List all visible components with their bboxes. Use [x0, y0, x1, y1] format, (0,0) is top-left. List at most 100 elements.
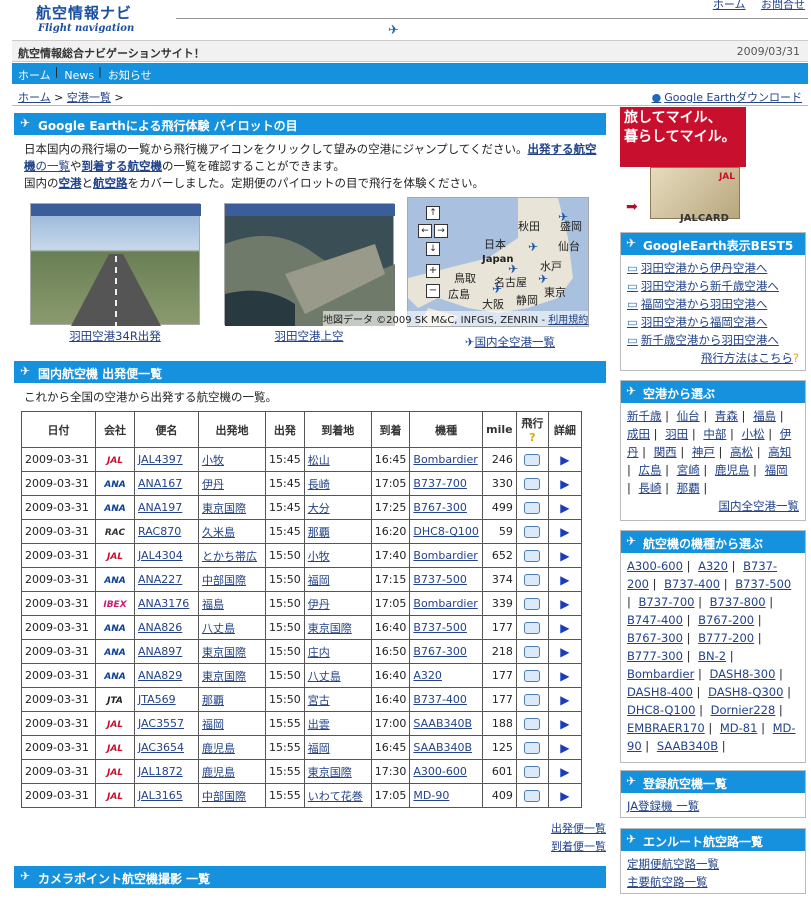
breadcrumb-home[interactable]: ホーム	[18, 91, 51, 104]
cell-flight[interactable]: ANA167	[138, 477, 182, 490]
cell-destination[interactable]: 出雲	[308, 718, 330, 731]
cell-origin[interactable]: 東京国際	[202, 502, 246, 515]
detail-arrow-icon[interactable]: ▶	[560, 693, 569, 707]
detail-arrow-icon[interactable]: ▶	[560, 789, 569, 803]
aircraft-type-link[interactable]: A300-600	[627, 559, 683, 573]
airport-link[interactable]: 長崎	[639, 481, 662, 495]
cell-aircraft[interactable]: A320	[413, 669, 442, 682]
cell-origin[interactable]: 那覇	[202, 694, 224, 707]
cell-destination[interactable]: 宮古	[308, 694, 330, 707]
cell-destination[interactable]: 大分	[308, 502, 330, 515]
airport-link[interactable]: 福岡	[765, 463, 788, 477]
aircraft-type-link[interactable]: DASH8-400	[627, 685, 693, 699]
aircraft-type-link[interactable]: Bombardier	[627, 667, 694, 681]
airport-link[interactable]: 小松	[742, 427, 765, 441]
cell-flight[interactable]: JAC3654	[138, 741, 184, 754]
fly-google-earth-icon[interactable]	[524, 694, 541, 706]
cell-origin[interactable]: 鹿児島	[202, 742, 235, 755]
cell-destination[interactable]: 福岡	[308, 742, 330, 755]
cell-origin[interactable]: 東京国際	[202, 670, 246, 683]
map-zoom-in[interactable]: +	[426, 264, 440, 278]
aircraft-type-link[interactable]: B737-500	[735, 577, 791, 591]
cell-flight[interactable]: RAC870	[138, 525, 181, 538]
fly-google-earth-icon[interactable]	[524, 622, 541, 634]
fly-google-earth-icon[interactable]	[524, 766, 541, 778]
cell-origin[interactable]: 中部国際	[202, 574, 246, 587]
airport-link[interactable]: 神戸	[692, 445, 715, 459]
breadcrumb-airports[interactable]: 空港一覧	[67, 91, 111, 104]
airport-link[interactable]: 宮崎	[677, 463, 700, 477]
detail-arrow-icon[interactable]: ▶	[560, 645, 569, 659]
airport-link[interactable]: 関西	[654, 445, 677, 459]
cell-destination[interactable]: 松山	[308, 454, 330, 467]
cell-aircraft[interactable]: B737-500	[413, 573, 467, 586]
cell-destination[interactable]: いわて花巻	[308, 790, 363, 803]
aircraft-type-link[interactable]: B737-800	[710, 595, 766, 609]
map-pan-up[interactable]: ↑	[426, 206, 440, 220]
airport-link[interactable]: 高松	[730, 445, 753, 459]
fly-google-earth-icon[interactable]	[524, 670, 541, 682]
cell-flight[interactable]: ANA197	[138, 501, 182, 514]
detail-arrow-icon[interactable]: ▶	[560, 501, 569, 515]
map-airport-icon[interactable]: ✈	[558, 210, 568, 224]
cell-origin[interactable]: 久米島	[202, 526, 235, 539]
cell-flight[interactable]: JAL1872	[138, 765, 183, 778]
fly-google-earth-icon[interactable]	[524, 502, 541, 514]
cell-flight[interactable]: JAL4397	[138, 453, 183, 466]
cell-origin[interactable]: 鹿児島	[202, 766, 235, 779]
aircraft-type-link[interactable]: SAAB340B	[657, 739, 718, 753]
aircraft-type-link[interactable]: DASH8-Q300	[708, 685, 783, 699]
cell-destination[interactable]: 東京国際	[308, 766, 352, 779]
best5-item[interactable]: 羽田空港から福岡空港へ	[627, 313, 795, 331]
top-link-home[interactable]: ホーム	[713, 0, 746, 11]
arrivals-link[interactable]: 到着する航空機	[82, 159, 163, 173]
caption-haneda-34r[interactable]: 羽田空港34R出発	[30, 328, 200, 344]
map-airport-icon[interactable]: ✈	[508, 262, 518, 276]
aircraft-type-link[interactable]: DASH8-300	[710, 667, 776, 681]
scheduled-airways-link[interactable]: 定期便航空路一覧	[627, 855, 799, 873]
departures-list-link[interactable]: 出発便一覧	[540, 820, 606, 838]
cell-origin[interactable]: 福島	[202, 598, 224, 611]
nav-home[interactable]: ホーム	[18, 69, 51, 82]
airport-link[interactable]: 広島	[639, 463, 662, 477]
cell-aircraft[interactable]: SAAB340B	[413, 717, 472, 730]
cell-flight[interactable]: ANA826	[138, 621, 182, 634]
aircraft-type-link[interactable]: Dornier228	[711, 703, 776, 717]
airways-link[interactable]: 航空路	[93, 176, 128, 190]
cell-aircraft[interactable]: DHC8-Q100	[413, 525, 478, 538]
cell-origin[interactable]: とかち帯広	[202, 550, 257, 563]
cell-origin[interactable]: 伊丹	[202, 478, 224, 491]
airport-link[interactable]: 高知	[768, 445, 791, 459]
cell-origin[interactable]: 中部国際	[202, 790, 246, 803]
cell-flight[interactable]: JAC3557	[138, 717, 184, 730]
airport-link[interactable]: 鹿児島	[715, 463, 750, 477]
cell-aircraft[interactable]: B737-700	[413, 477, 467, 490]
detail-arrow-icon[interactable]: ▶	[560, 765, 569, 779]
cell-flight[interactable]: ANA829	[138, 669, 182, 682]
cell-flight[interactable]: JAL3165	[138, 789, 183, 802]
fly-google-earth-icon[interactable]	[524, 478, 541, 490]
airport-link[interactable]: 中部	[703, 427, 726, 441]
help-icon[interactable]: ?	[529, 431, 535, 444]
fly-google-earth-icon[interactable]	[524, 598, 541, 610]
best5-item[interactable]: 新千歳空港から羽田空港へ	[627, 331, 795, 349]
detail-arrow-icon[interactable]: ▶	[560, 741, 569, 755]
google-earth-download-link[interactable]: Google Earthダウンロード	[652, 89, 802, 105]
best5-item[interactable]: 羽田空港から伊丹空港へ	[627, 259, 795, 277]
cell-origin[interactable]: 福岡	[202, 718, 224, 731]
cell-aircraft[interactable]: B737-400	[413, 693, 467, 706]
detail-arrow-icon[interactable]: ▶	[560, 669, 569, 683]
map-pan-right[interactable]: →	[434, 224, 448, 238]
cell-flight[interactable]: JAL4304	[138, 549, 183, 562]
all-airports-side-link[interactable]: 国内全空港一覧	[627, 497, 800, 515]
cell-destination[interactable]: 福岡	[308, 574, 330, 587]
aircraft-type-link[interactable]: MD-81	[720, 721, 758, 735]
aircraft-type-link[interactable]: A320	[698, 559, 728, 573]
map-pan-left[interactable]: ←	[418, 224, 432, 238]
cell-destination[interactable]: 伊丹	[308, 598, 330, 611]
detail-arrow-icon[interactable]: ▶	[560, 573, 569, 587]
cell-origin[interactable]: 八丈島	[202, 622, 235, 635]
aircraft-type-link[interactable]: B767-300	[627, 631, 683, 645]
map-airport-icon[interactable]: ✈	[528, 240, 538, 254]
ja-registered-link[interactable]: JA登録機 一覧	[627, 799, 699, 813]
